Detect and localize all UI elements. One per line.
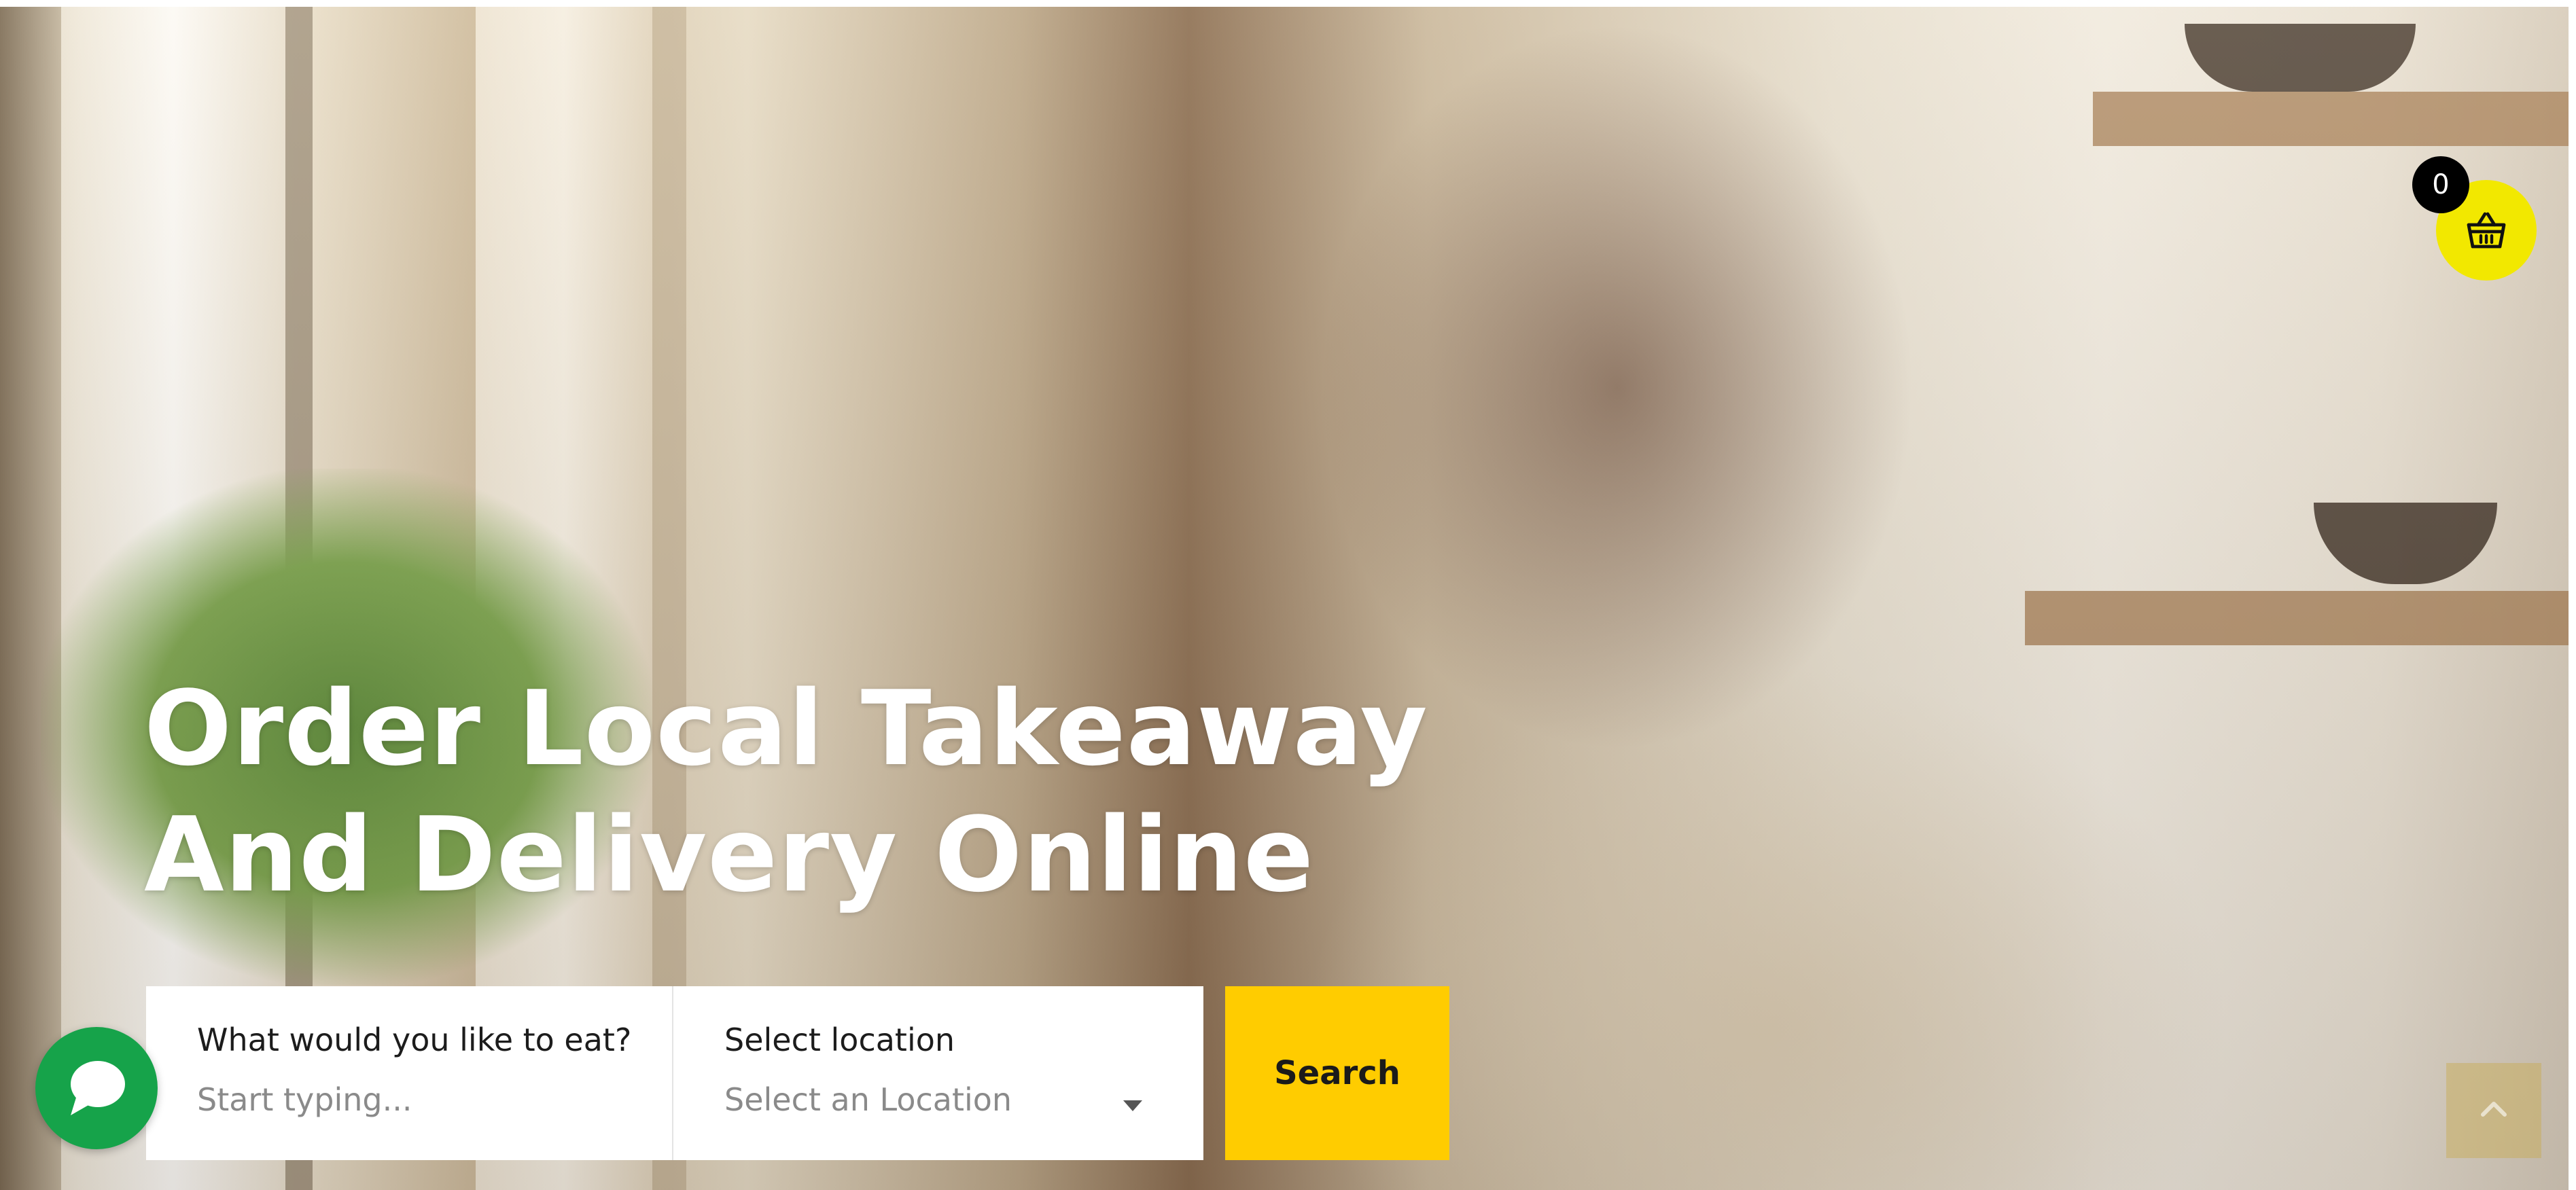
location-selected-value[interactable]: Select an Location <box>724 1081 1203 1118</box>
location-select[interactable]: Select location Select an Location <box>673 986 1203 1160</box>
search-button[interactable]: Search <box>1225 986 1449 1160</box>
cart-count-badge: 0 <box>2412 156 2469 213</box>
hero-headline: Order Local Takeaway And Delivery Online <box>144 666 1571 918</box>
chat-bubble-icon <box>71 1061 125 1115</box>
scroll-top-button[interactable] <box>2446 1063 2541 1158</box>
chat-button[interactable] <box>35 1027 158 1149</box>
food-search-label: What would you like to eat? <box>197 1022 632 1058</box>
basket-icon <box>2467 212 2506 249</box>
headline-line-2: And Delivery Online <box>144 795 1315 915</box>
location-label: Select location <box>724 1022 955 1058</box>
food-search-field[interactable]: What would you like to eat? <box>146 986 673 1160</box>
headline-line-1: Order Local Takeaway <box>144 668 1428 789</box>
search-form: What would you like to eat? Select locat… <box>146 986 1449 1160</box>
caret-down-icon[interactable] <box>1123 1100 1142 1111</box>
arrow-up-icon <box>2481 1102 2507 1117</box>
food-search-input[interactable] <box>197 1081 618 1118</box>
